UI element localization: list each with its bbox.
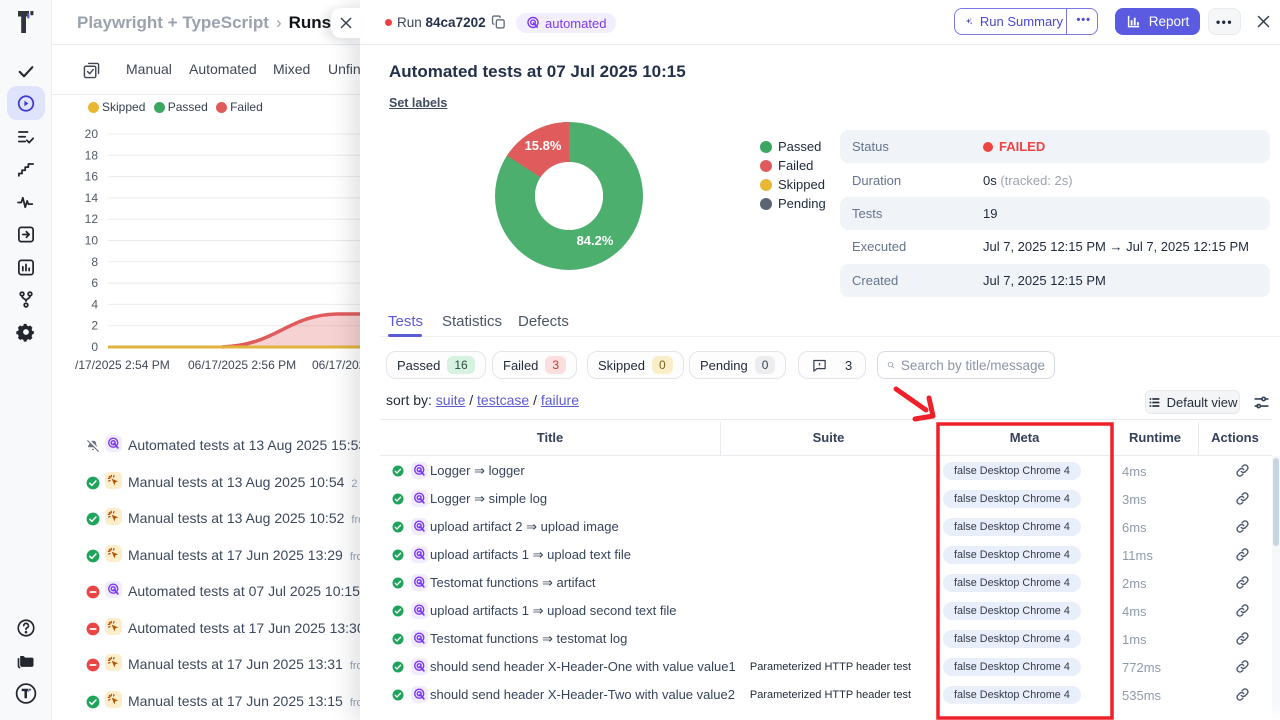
svg-text:2: 2 — [91, 319, 98, 333]
svg-text:4: 4 — [91, 297, 98, 311]
svg-text:15.8%: 15.8% — [525, 138, 562, 153]
svg-text:84.2%: 84.2% — [577, 233, 614, 248]
svg-text:14: 14 — [85, 191, 99, 205]
svg-text:18: 18 — [85, 148, 99, 162]
svg-text:10: 10 — [85, 234, 99, 248]
svg-text:20: 20 — [85, 127, 99, 141]
svg-text:0: 0 — [91, 340, 98, 354]
svg-text:16: 16 — [85, 170, 99, 184]
svg-text:6: 6 — [91, 276, 98, 290]
svg-text:12: 12 — [85, 212, 99, 226]
svg-text:8: 8 — [91, 255, 98, 269]
